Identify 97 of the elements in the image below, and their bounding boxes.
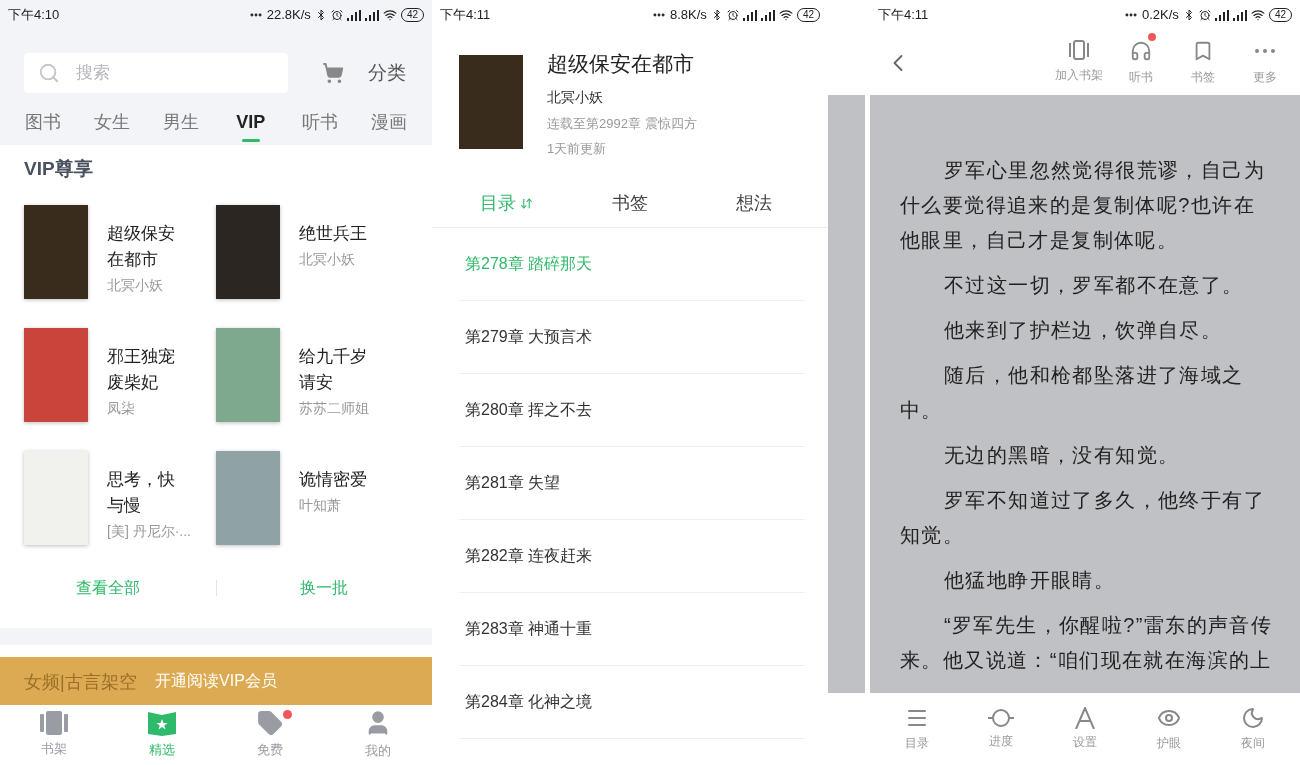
book-title[interactable]: 绝世兵王 <box>299 221 373 247</box>
story-paragraph: 罗军心里忽然觉得很荒谬，自己为什么要觉得追来的是复制体呢?也许在他眼里，自己才是复制体呢。 <box>900 158 1266 253</box>
moon-icon <box>1241 706 1265 730</box>
toolbar-button[interactable]: 加入书架 <box>1048 31 1110 86</box>
story-paragraph: 无边的黑暗，没有知觉。 <box>943 443 1181 468</box>
category-tab[interactable]: 男生 <box>146 105 216 145</box>
book-author: 叶知萧 <box>299 496 342 515</box>
category-tab[interactable]: 女生 <box>77 105 147 145</box>
reader-bar-button[interactable]: 护眼 <box>1127 693 1211 765</box>
network-speed: 22.8K/s <box>266 6 311 25</box>
category-link[interactable]: 分类 <box>368 58 406 88</box>
chapter-item[interactable]: 第281章 失望 <box>459 447 805 520</box>
alarm-icon <box>330 9 343 21</box>
bottom-nav-item[interactable]: 我的 <box>324 705 432 765</box>
story-paragraph: 他来到了护栏边，饮弹自尽。 <box>943 318 1224 343</box>
book-author: 北冥小妖 <box>547 88 604 107</box>
search-field[interactable]: 搜索 <box>24 53 288 93</box>
network-speed: 0.2K/s <box>1142 6 1179 25</box>
bottom-nav-item[interactable]: 免费 <box>216 705 324 765</box>
category-tab[interactable]: 图书 <box>8 105 78 145</box>
toolbar-button[interactable]: 更多 <box>1234 31 1296 86</box>
bookshelf-icon <box>40 711 68 736</box>
bottom-nav-item[interactable]: 书架 <box>0 705 108 765</box>
book-author: 凤柒 <box>107 399 136 418</box>
status-time: 下午4:11 <box>878 6 929 25</box>
bookshelf-icon <box>1068 39 1090 60</box>
vip-banner[interactable]: 女频|古言架空 开通阅读VIP会员 <box>0 657 432 705</box>
sort-icon[interactable] <box>519 196 533 210</box>
category-tab[interactable]: 听书 <box>285 105 355 145</box>
story-paragraph: 他猛地睁开眼睛。 <box>943 568 1117 593</box>
signal-icon <box>1214 9 1229 21</box>
book-title[interactable]: 诡情密爱 <box>299 467 373 493</box>
text-link-button[interactable]: 换一批 <box>300 576 349 600</box>
bottom-nav-item[interactable]: 精选 <box>108 705 216 765</box>
signal-icon <box>346 9 361 21</box>
book-cover[interactable] <box>216 451 280 545</box>
wifi-icon <box>382 8 397 22</box>
book-title[interactable]: 邪王独宠废柴妃 <box>107 344 181 396</box>
signal-icon <box>742 9 757 21</box>
category-tab[interactable]: VIP <box>216 105 286 145</box>
search-icon <box>38 62 60 84</box>
category-tab[interactable]: 漫画 <box>354 105 424 145</box>
book-title[interactable]: 思考，快与慢 <box>107 467 181 519</box>
book-author: [美] 丹尼尔·... <box>107 522 191 541</box>
book-title[interactable]: 超级保安在都市 <box>107 221 181 273</box>
chapter-item[interactable]: 第280章 挥之不去 <box>459 374 805 447</box>
book-cover[interactable] <box>24 205 88 299</box>
book-cover[interactable] <box>24 451 88 545</box>
toolbar-button[interactable]: 听书 <box>1110 31 1172 86</box>
section-title: VIP尊享 <box>24 157 94 181</box>
faded-section-title: 女频|古言架空 <box>24 671 137 694</box>
headphones-icon <box>1130 39 1152 62</box>
status-time: 下午4:11 <box>440 6 491 25</box>
update-time: 1天前更新 <box>547 139 608 158</box>
banner-label: 开通阅读VIP会员 <box>155 671 277 691</box>
story-paragraph: 随后，他和枪都坠落进了海域之中。 <box>900 363 1245 423</box>
chapter-item[interactable]: 第284章 化神之境 <box>459 666 805 739</box>
catalog-tab[interactable]: 书签 <box>568 179 692 227</box>
wifi-icon <box>1250 8 1265 22</box>
reader-bar-button[interactable]: 进度 <box>959 693 1043 765</box>
book-title[interactable]: 给九千岁请安 <box>299 344 373 396</box>
catalog-tab[interactable]: 想法 <box>692 179 816 227</box>
tag-icon <box>257 710 283 737</box>
catalog-tab[interactable]: 目录 <box>444 179 568 227</box>
text-link-button[interactable]: 查看全部 <box>75 576 140 600</box>
story-paragraph: 罗军不知道过了多久，他终于有了知觉。 <box>900 488 1266 548</box>
latest-chapter-info: 连载至第2992章 震惊四方 <box>547 115 697 133</box>
chapter-item[interactable]: 第278章 踏碎那天 <box>459 228 805 301</box>
story-paragraph: 不过这一切，罗军都不在意了。 <box>943 273 1245 298</box>
chapter-item[interactable]: 第279章 大预言术 <box>459 301 805 374</box>
font-icon <box>1075 707 1095 729</box>
chapter-item[interactable]: 第283章 神通十重 <box>459 593 805 666</box>
more-icon <box>1255 48 1275 53</box>
signal-icon <box>760 9 775 21</box>
signal-icon <box>364 9 379 21</box>
book-cover[interactable] <box>216 205 280 299</box>
book-cover[interactable] <box>24 328 88 422</box>
chapter-item[interactable]: 第282章 连夜赶来 <box>459 520 805 593</box>
star-book-icon <box>148 710 176 737</box>
book-cover[interactable] <box>216 328 280 422</box>
alarm-icon <box>1198 9 1211 21</box>
cart-icon[interactable] <box>322 62 344 84</box>
wifi-icon <box>778 8 793 22</box>
book-author: 北冥小妖 <box>299 250 356 269</box>
book-author: 北冥小妖 <box>107 276 164 295</box>
toolbar-button[interactable]: 书签 <box>1172 31 1234 86</box>
signal-icon <box>1232 9 1247 21</box>
alarm-icon <box>726 9 739 21</box>
reader-bar-button[interactable]: 设置 <box>1043 693 1127 765</box>
reader-bar-button[interactable]: 目录 <box>875 693 959 765</box>
status-time: 下午4:10 <box>8 6 60 25</box>
book-title: 超级保安在都市 <box>547 51 695 77</box>
story-paragraph: “罗军先生，你醒啦?”雷东的声音传来。他又说道：“咱们现在就在海滨的上 <box>900 613 1274 673</box>
network-speed: 8.8K/s <box>670 6 707 25</box>
progress-dial-icon <box>988 708 1014 728</box>
book-author: 苏苏二师姐 <box>299 399 370 418</box>
reader-bar-button[interactable]: 夜间 <box>1211 693 1295 765</box>
